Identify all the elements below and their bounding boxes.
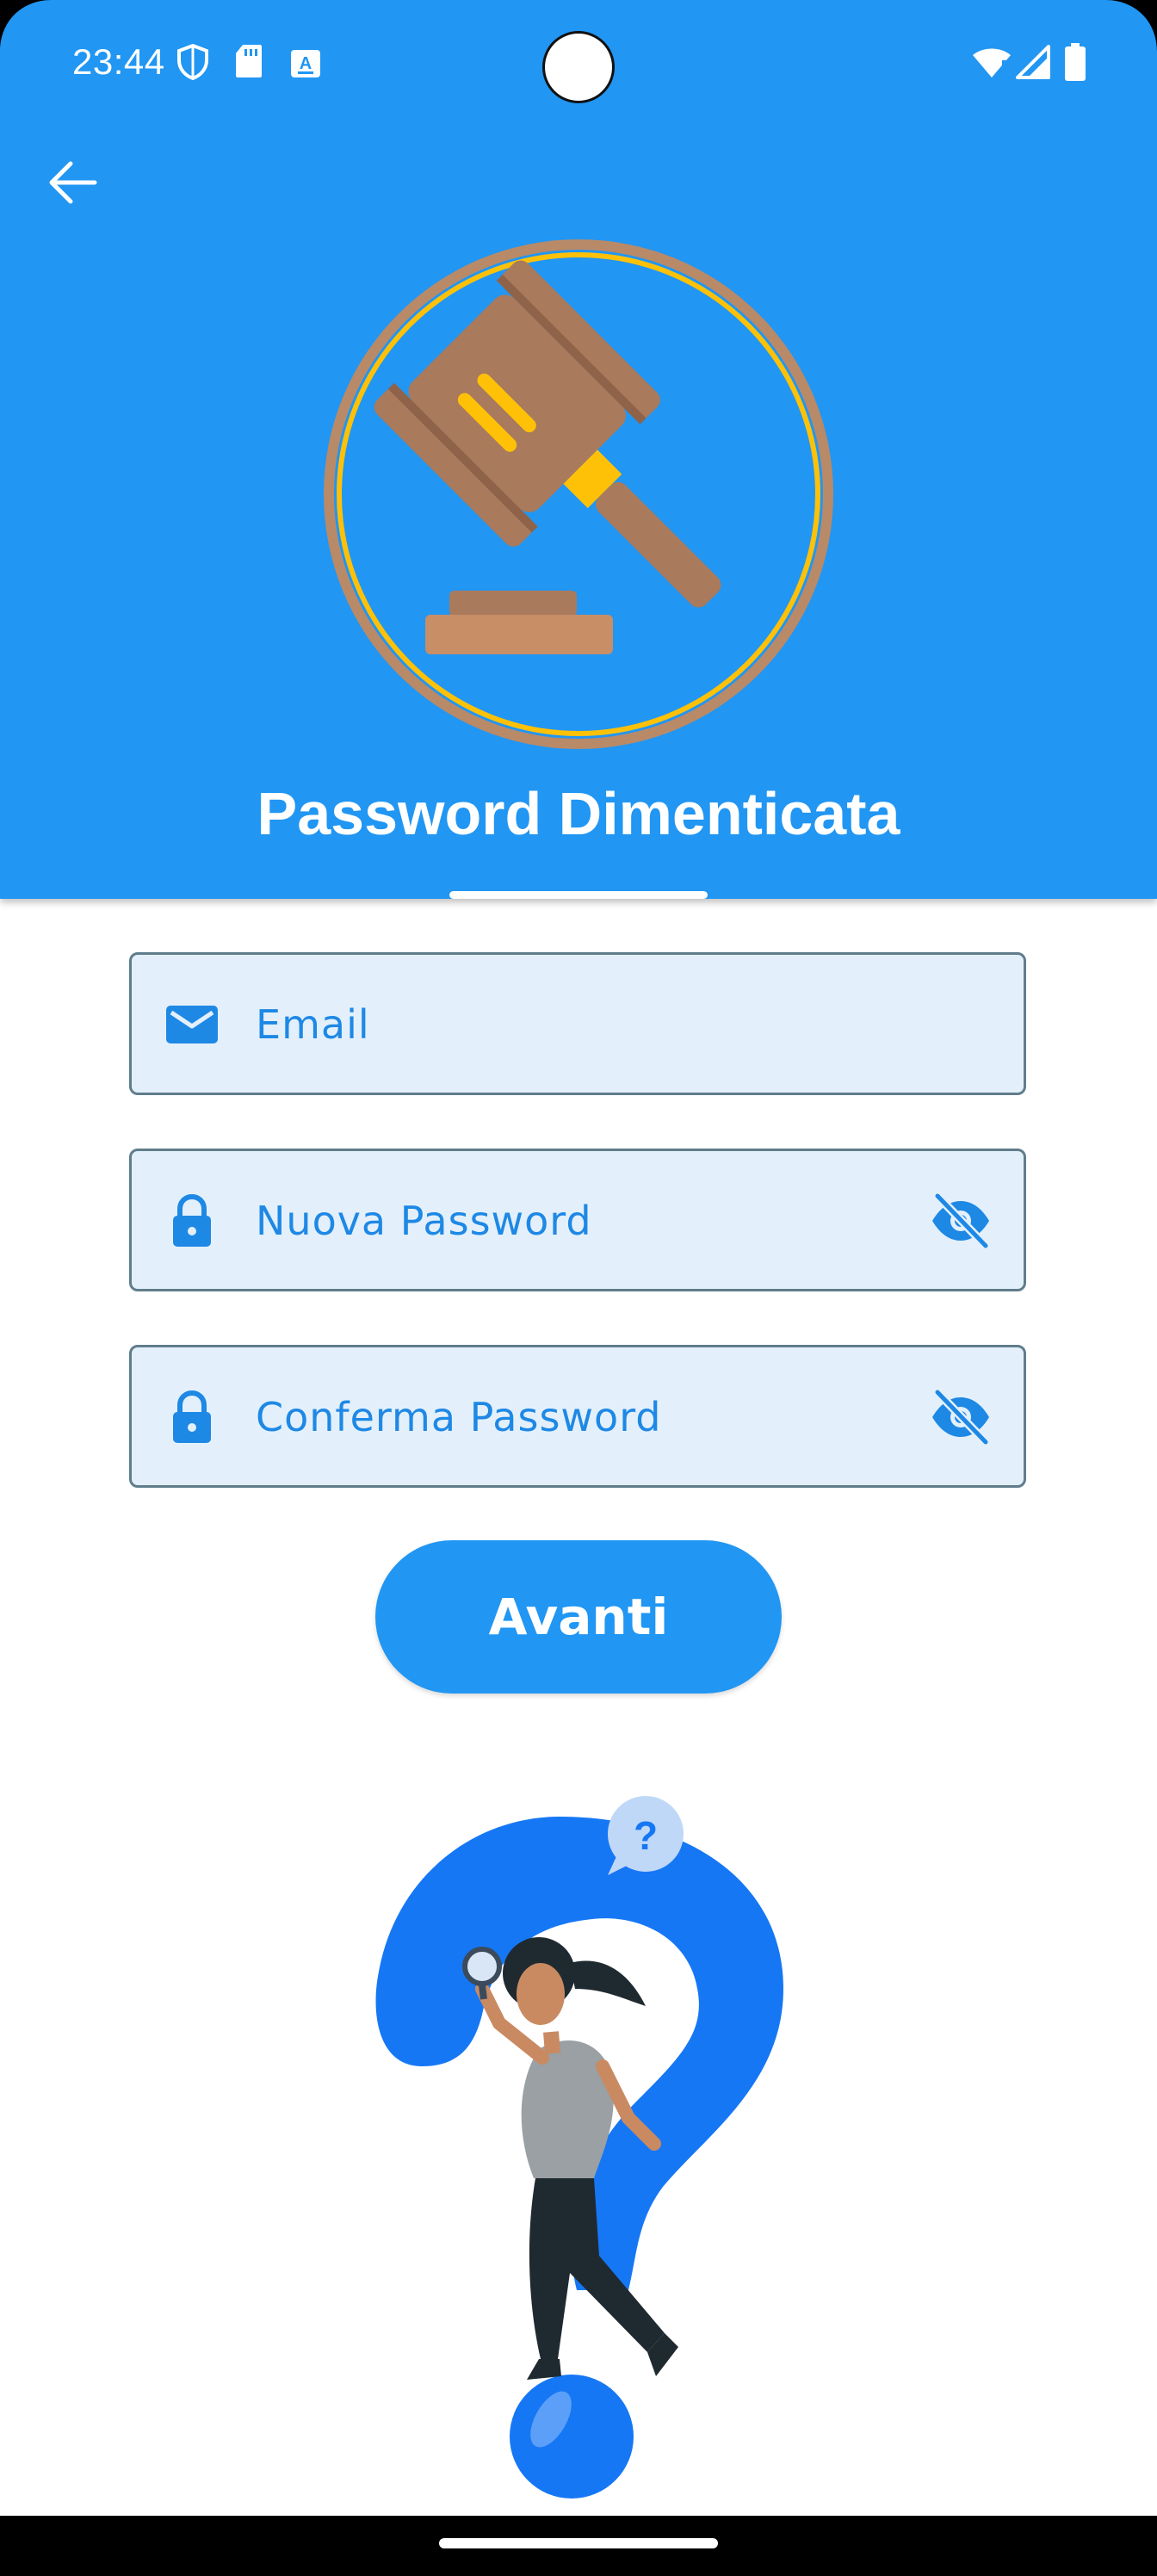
- email-icon: [166, 1006, 218, 1043]
- confirm-password-field[interactable]: Conferma Password: [129, 1345, 1026, 1488]
- new-password-placeholder: Nuova Password: [256, 1198, 592, 1244]
- eye-off-icon[interactable]: [929, 1192, 993, 1249]
- app-header: 23:44 A Password Dimenticata: [0, 0, 1157, 899]
- screen-corner: [1105, 0, 1157, 52]
- front-camera: [542, 31, 615, 103]
- keyboard-a-icon: A: [291, 50, 320, 77]
- forgot-password-screen: 23:44 A Password Dimenticata Email Nuova…: [0, 0, 1157, 2576]
- wifi-icon: [973, 48, 1011, 77]
- question-mark-search-illustration: ?: [375, 1796, 783, 2499]
- status-time: 23:44: [72, 41, 165, 82]
- new-password-field[interactable]: Nuova Password: [129, 1149, 1026, 1291]
- screen-corner: [0, 0, 52, 52]
- title-underline: [449, 891, 708, 899]
- email-field[interactable]: Email: [129, 952, 1026, 1095]
- bubble-question-mark: ?: [634, 1813, 658, 1858]
- svg-text:A: A: [300, 54, 312, 73]
- email-placeholder: Email: [256, 1001, 370, 1048]
- eye-off-icon[interactable]: [929, 1389, 993, 1446]
- page-title: Password Dimenticata: [257, 780, 900, 847]
- lock-icon: [173, 1193, 211, 1247]
- back-button[interactable]: [41, 152, 103, 214]
- avanti-button[interactable]: Avanti: [375, 1540, 782, 1694]
- battery-icon: [1065, 43, 1086, 81]
- gavel-icon: [324, 239, 833, 749]
- shield-icon: [177, 43, 208, 81]
- sd-card-icon: [236, 45, 262, 77]
- home-gesture-handle[interactable]: [439, 2538, 718, 2548]
- signal-icon: [1016, 45, 1050, 79]
- confirm-password-placeholder: Conferma Password: [256, 1394, 662, 1440]
- lock-icon: [173, 1390, 211, 1443]
- status-bar: 23:44 A: [0, 0, 1157, 129]
